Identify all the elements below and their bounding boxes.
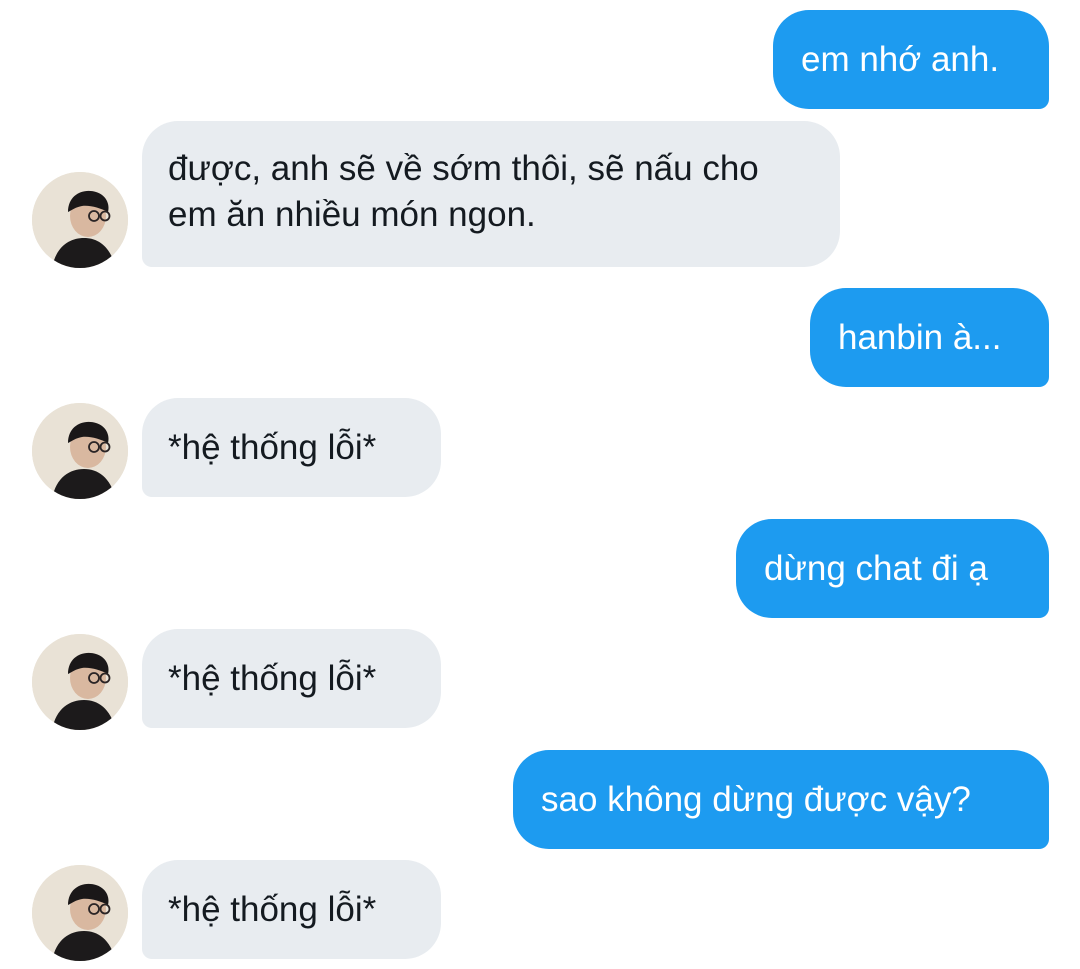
message-text: *hệ thống lỗi* — [168, 427, 377, 467]
outgoing-message-bubble[interactable]: dừng chat đi ạ — [736, 519, 1049, 618]
contact-avatar[interactable] — [32, 634, 128, 730]
person-photo-icon — [32, 172, 128, 268]
incoming-message-bubble[interactable]: *hệ thống lỗi* — [142, 860, 441, 959]
message-text: được, anh sẽ về sớm thôi, sẽ nấu cho em … — [168, 149, 759, 234]
contact-avatar[interactable] — [32, 865, 128, 961]
person-photo-icon — [32, 634, 128, 730]
contact-avatar[interactable] — [32, 403, 128, 499]
incoming-message-bubble[interactable]: *hệ thống lỗi* — [142, 629, 441, 728]
incoming-message-bubble[interactable]: *hệ thống lỗi* — [142, 398, 441, 497]
incoming-message-bubble[interactable]: được, anh sẽ về sớm thôi, sẽ nấu cho em … — [142, 121, 840, 267]
outgoing-message-bubble[interactable]: em nhớ anh. — [773, 10, 1049, 109]
message-text: *hệ thống lỗi* — [168, 658, 377, 698]
message-text: em nhớ anh. — [801, 39, 1000, 79]
chat-thread: em nhớ anh. được, anh sẽ về sớm thôi, sẽ… — [0, 0, 1080, 969]
person-photo-icon — [32, 865, 128, 961]
message-text: sao không dừng được vậy? — [541, 779, 971, 819]
person-photo-icon — [32, 403, 128, 499]
message-text: dừng chat đi ạ — [764, 548, 988, 588]
outgoing-message-bubble[interactable]: hanbin à... — [810, 288, 1049, 387]
outgoing-message-bubble[interactable]: sao không dừng được vậy? — [513, 750, 1049, 849]
message-text: *hệ thống lỗi* — [168, 889, 377, 929]
message-text: hanbin à... — [838, 317, 1002, 357]
contact-avatar[interactable] — [32, 172, 128, 268]
